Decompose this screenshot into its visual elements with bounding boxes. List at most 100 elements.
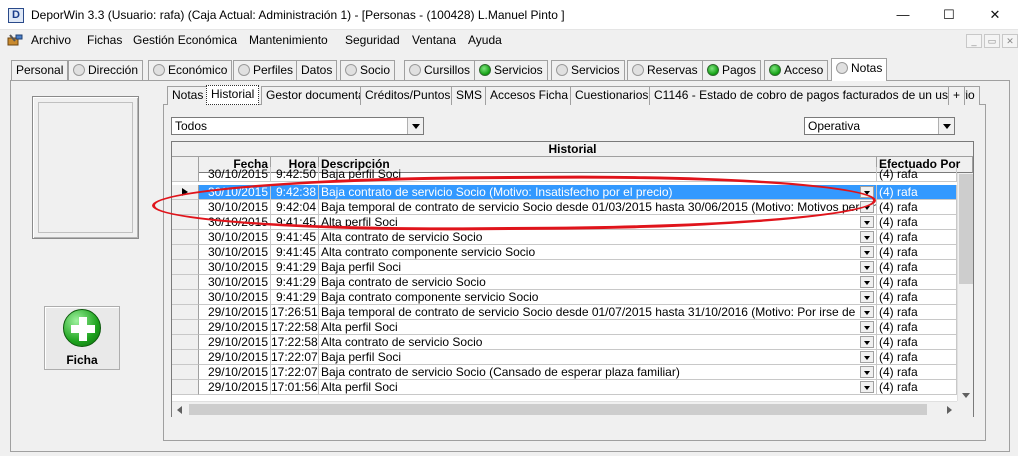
cell-hora: 17:22:58 [271, 335, 319, 350]
horizontal-scrollbar[interactable] [172, 401, 957, 417]
chevron-down-icon[interactable] [407, 118, 423, 134]
mdi-close-button[interactable]: ✕ [1002, 34, 1018, 48]
cell-efectuado: (4) rafa [877, 365, 957, 380]
expand-dropdown-icon[interactable] [860, 366, 874, 378]
cell-efectuado: (4) rafa [877, 260, 957, 275]
expand-dropdown-icon[interactable] [860, 306, 874, 318]
status-radio-icon [153, 64, 165, 76]
tab-perfiles[interactable]: Perfiles [233, 60, 299, 80]
tab-acceso[interactable]: Acceso [764, 60, 829, 80]
tools-icon[interactable] [7, 33, 23, 47]
subtab-creditos-puntos[interactable]: Créditos/Puntos [360, 86, 456, 105]
tab-servicios-2[interactable]: Servicios [551, 60, 625, 80]
menu-ventana[interactable]: Ventana [412, 33, 456, 47]
scroll-down-icon[interactable] [962, 393, 970, 398]
expand-dropdown-icon[interactable] [860, 336, 874, 348]
cell-hora: 9:41:29 [271, 290, 319, 305]
scroll-thumb[interactable] [959, 174, 973, 284]
tab-socio[interactable]: Socio [340, 60, 396, 80]
table-row[interactable]: 30/10/2015 9:41:45 Alta contrato component… [172, 245, 957, 260]
scroll-left-icon[interactable] [177, 406, 182, 414]
table-row[interactable]: 30/10/2015 9:41:29 Baja contrato component… [172, 290, 957, 305]
expand-dropdown-icon[interactable] [860, 216, 874, 228]
menu-ayuda[interactable]: Ayuda [468, 33, 502, 47]
mdi-restore-button[interactable]: ▭ [984, 34, 1000, 48]
table-row[interactable]: 29/10/2015 17:22:58 Alta perfil Soci (4) ra… [172, 320, 957, 335]
ficha-button[interactable]: Ficha [44, 306, 120, 370]
menu-mantenimiento[interactable]: Mantenimiento [249, 33, 328, 47]
expand-dropdown-icon[interactable] [860, 321, 874, 333]
history-filter-select[interactable]: Todos [171, 117, 424, 135]
table-row[interactable]: 29/10/2015 17:01:56 Alta perfil Soci (4) ra… [172, 380, 957, 395]
minimize-button[interactable]: — [880, 0, 926, 30]
cell-efectuado: (4) rafa [877, 245, 957, 260]
subtab-cuestionarios[interactable]: Cuestionarios [570, 86, 654, 105]
mdi-minimize-button[interactable]: _ [966, 34, 982, 48]
table-row[interactable]: 29/10/2015 17:22:07 Baja contrato de servi… [172, 365, 957, 380]
status-radio-icon [836, 62, 848, 74]
table-row[interactable]: 29/10/2015 17:22:58 Alta contrato de servi… [172, 335, 957, 350]
table-row[interactable]: 30/10/2015 9:41:29 Baja perfil Soci (4) raf… [172, 260, 957, 275]
subtab-c1146[interactable]: C1146 - Estado de cobro de pagos factura… [649, 86, 980, 105]
row-indicator [172, 380, 199, 395]
table-row[interactable]: 30/10/2015 9:42:38 Baja contrato de servic… [172, 185, 957, 200]
table-row[interactable]: 29/10/2015 17:22:07 Baja perfil Soci (4) ra… [172, 350, 957, 365]
cell-fecha: 29/10/2015 [199, 320, 271, 335]
grid-title: Historial [172, 142, 973, 157]
chevron-down-icon[interactable] [938, 118, 954, 134]
expand-dropdown-icon[interactable] [860, 276, 874, 288]
tab-pagos[interactable]: Pagos [702, 60, 762, 80]
cell-hora: 9:42:38 [271, 185, 319, 200]
scroll-right-icon[interactable] [947, 406, 952, 414]
expand-dropdown-icon[interactable] [860, 231, 874, 243]
menu-seguridad[interactable]: Seguridad [345, 33, 400, 47]
subtab-historial[interactable]: Historial [206, 85, 260, 105]
table-row[interactable]: 29/10/2015 17:26:51 Baja temporal de contr… [172, 305, 957, 320]
cell-hora: 9:41:45 [271, 230, 319, 245]
close-button[interactable]: ✕ [972, 0, 1018, 30]
expand-dropdown-icon[interactable] [860, 201, 874, 213]
expand-dropdown-icon[interactable] [860, 381, 874, 393]
table-row[interactable]: 30/10/2015 9:41:45 Alta perfil Soci (4) raf… [172, 215, 957, 230]
status-radio-icon [409, 64, 421, 76]
tab-direccion[interactable]: Dirección [68, 60, 144, 80]
vertical-scrollbar[interactable] [957, 173, 973, 402]
cell-efectuado: (4) rafa [877, 215, 957, 230]
subtab-gestor-documental[interactable]: Gestor documental [261, 86, 373, 105]
cell-hora: 17:01:56 [271, 380, 319, 395]
expand-dropdown-icon[interactable] [860, 261, 874, 273]
menu-fichas[interactable]: Fichas [87, 33, 122, 47]
menu-gestion-economica[interactable]: Gestión Económica [133, 33, 237, 47]
table-row[interactable]: 30/10/2015 9:42:04 Baja temporal de contra… [172, 200, 957, 215]
cell-fecha: 30/10/2015 [199, 200, 271, 215]
table-row[interactable]: 30/10/2015 9:41:29 Baja contrato de servic… [172, 275, 957, 290]
cell-efectuado: (4) rafa [877, 350, 957, 365]
scroll-thumb[interactable] [189, 404, 927, 415]
tab-economico[interactable]: Económico [148, 60, 233, 80]
tab-personal[interactable]: Personal [11, 60, 69, 80]
cell-efectuado: (4) rafa [877, 167, 957, 182]
subtab-add[interactable]: + [948, 86, 966, 105]
subtab-sms[interactable]: SMS [451, 86, 488, 105]
maximize-button[interactable]: ☐ [926, 0, 972, 30]
scope-filter-select[interactable]: Operativa [804, 117, 955, 135]
photo-frame[interactable] [32, 96, 139, 239]
menu-archivo[interactable]: Archivo [31, 33, 71, 47]
row-indicator [172, 215, 199, 230]
cell-fecha: 30/10/2015 [199, 167, 271, 182]
cell-efectuado: (4) rafa [877, 305, 957, 320]
tab-reservas[interactable]: Reservas [627, 60, 703, 80]
expand-dropdown-icon[interactable] [860, 186, 874, 198]
subtab-notas[interactable]: Notas [167, 86, 209, 105]
cell-efectuado: (4) rafa [877, 335, 957, 350]
expand-dropdown-icon[interactable] [860, 291, 874, 303]
tab-servicios-1[interactable]: Servicios [474, 60, 548, 80]
status-radio-icon [632, 64, 644, 76]
tab-notas[interactable]: Notas [831, 58, 888, 81]
expand-dropdown-icon[interactable] [860, 246, 874, 258]
expand-dropdown-icon[interactable] [860, 351, 874, 363]
subtab-accesos-ficha[interactable]: Accesos Ficha [485, 86, 574, 105]
table-row[interactable]: 30/10/2015 9:41:45 Alta contrato de servic… [172, 230, 957, 245]
tab-datos[interactable]: Datos [296, 60, 338, 80]
tab-cursillos[interactable]: Cursillos [404, 60, 476, 80]
